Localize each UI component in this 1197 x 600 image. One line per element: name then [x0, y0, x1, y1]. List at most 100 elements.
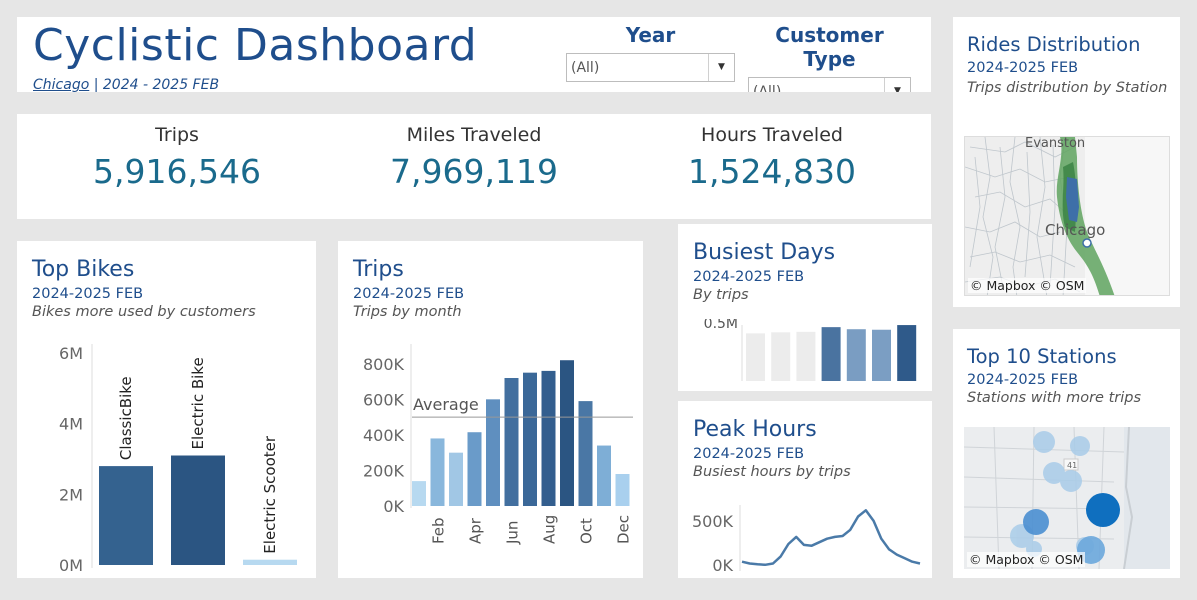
- year-select-value: (All): [571, 60, 600, 76]
- x-tick-label: Oct: [578, 518, 596, 544]
- peak-subtitle: 2024-2025 FEB: [693, 446, 805, 462]
- year-filter: Year (All) ▼: [566, 23, 735, 82]
- bar: [846, 329, 866, 381]
- kpi-label: Hours Traveled: [701, 124, 843, 146]
- top-bikes-subtitle: 2024-2025 FEB: [32, 286, 144, 302]
- kpi-label: Miles Traveled: [406, 124, 542, 146]
- y-tick-label: 0K: [383, 497, 404, 516]
- series-line: [741, 509, 921, 567]
- kpi-hours: Hours Traveled 1,524,830: [622, 124, 922, 191]
- kpi-value: 1,524,830: [688, 152, 856, 191]
- bar: [771, 332, 791, 381]
- bar: [467, 432, 482, 506]
- kpi-miles: Miles Traveled 7,969,119: [324, 124, 624, 191]
- rides-map[interactable]: Evanston Chicago © Mapbox © OSM: [964, 136, 1170, 296]
- trips-panel: Trips 2024-2025 FEB Trips by month 0K 200…: [338, 241, 643, 578]
- period-text: | 2024 - 2025 FEB: [89, 77, 220, 92]
- busiest-description: By trips: [693, 287, 749, 303]
- rides-map-graphic: Evanston Chicago: [965, 137, 1169, 295]
- bar: [560, 360, 574, 506]
- peak-hours-panel: Peak Hours 2024-2025 FEB Busiest hours b…: [678, 401, 932, 578]
- kpi-label: Trips: [155, 124, 199, 146]
- y-tick-label: 500K: [692, 512, 734, 531]
- bar: [821, 327, 841, 381]
- x-tick-label: Jun: [504, 521, 522, 545]
- y-tick-label: 6M: [59, 344, 83, 363]
- y-tick-label: 4M: [59, 415, 83, 434]
- dashboard-title: Cyclistic Dashboard: [33, 20, 478, 71]
- bar: [523, 372, 537, 506]
- kpi-trips: Trips 5,916,546: [27, 124, 327, 191]
- bar: [243, 559, 297, 565]
- y-tick-label: 0.5M: [704, 319, 738, 332]
- bar: [449, 452, 463, 506]
- bar: [541, 370, 556, 506]
- location-link[interactable]: Chicago: [33, 77, 89, 92]
- rides-subtitle: 2024-2025 FEB: [967, 60, 1079, 76]
- top-bikes-chart[interactable]: 0M 2M 4M 6M ClassicBike Electric Bike Electric…: [17, 336, 316, 578]
- stations-description: Stations with more trips: [967, 390, 1142, 406]
- busiest-days-chart[interactable]: 0.5M: [678, 319, 932, 391]
- peak-description: Busiest hours by trips: [693, 464, 851, 480]
- customer-type-filter: Customer Type (All) ▼: [748, 23, 911, 92]
- bar: [746, 333, 765, 381]
- y-tick-label: 0K: [712, 556, 733, 575]
- customer-type-filter-label: Customer Type: [775, 23, 884, 71]
- bar: [412, 481, 426, 506]
- bar: [615, 474, 630, 506]
- y-tick-label: 600K: [363, 390, 405, 409]
- bar: [872, 329, 891, 381]
- rides-description: Trips distribution by Station: [967, 80, 1168, 96]
- map-credit[interactable]: © Mapbox © OSM: [968, 278, 1087, 293]
- y-tick-label: 400K: [363, 426, 405, 445]
- top-stations-panel: Top 10 Stations 2024-2025 FEB Stations w…: [953, 329, 1180, 578]
- trips-title: Trips: [353, 257, 404, 282]
- customer-type-select-value: (All): [753, 84, 782, 92]
- top-bikes-description: Bikes more used by customers: [32, 304, 256, 320]
- bar-label: Electric Scooter: [261, 435, 279, 554]
- bar: [171, 455, 225, 565]
- rides-distribution-panel: Rides Distribution 2024-2025 FEB Trips d…: [953, 17, 1180, 307]
- average-label: Average: [413, 395, 479, 414]
- trips-subtitle: 2024-2025 FEB: [353, 286, 465, 302]
- kpi-value: 5,916,546: [93, 152, 261, 191]
- bar: [796, 331, 816, 381]
- bar: [597, 445, 611, 506]
- trips-by-month-chart[interactable]: 0K 200K 400K 600K 800K Feb Apr Jun Aug Oct Dec Aver…: [338, 336, 643, 578]
- rides-title: Rides Distribution: [967, 33, 1141, 56]
- chevron-down-icon[interactable]: ▼: [708, 54, 734, 81]
- bar-label: ClassicBike: [117, 376, 135, 460]
- bar: [504, 378, 519, 506]
- map-road-label: 41: [1067, 461, 1077, 470]
- x-tick-label: Aug: [541, 515, 559, 544]
- peak-title: Peak Hours: [693, 417, 817, 442]
- bar: [897, 325, 917, 381]
- stations-map-graphic: 41: [964, 427, 1170, 569]
- busiest-title: Busiest Days: [693, 240, 836, 265]
- header-panel: Cyclistic Dashboard Chicago | 2024 - 202…: [17, 17, 931, 92]
- customer-type-select[interactable]: (All) ▼: [748, 77, 911, 92]
- trips-description: Trips by month: [353, 304, 462, 320]
- busiest-subtitle: 2024-2025 FEB: [693, 269, 805, 285]
- stations-subtitle: 2024-2025 FEB: [967, 372, 1079, 388]
- y-tick-label: 2M: [59, 485, 83, 504]
- peak-hours-chart[interactable]: 0K 500K: [678, 501, 932, 578]
- year-filter-label: Year: [625, 23, 676, 47]
- y-tick-label: 0M: [59, 556, 83, 575]
- y-tick-label: 800K: [363, 355, 405, 374]
- top-bikes-title: Top Bikes: [32, 257, 135, 282]
- map-label-evanston: Evanston: [1025, 137, 1085, 151]
- map-label-chicago: Chicago: [1045, 221, 1105, 239]
- bar: [99, 466, 153, 565]
- busiest-days-panel: Busiest Days 2024-2025 FEB By trips 0.5M: [678, 224, 932, 391]
- chevron-down-icon[interactable]: ▼: [884, 78, 910, 92]
- year-select[interactable]: (All) ▼: [566, 53, 735, 82]
- bar: [486, 399, 500, 506]
- top-bikes-panel: Top Bikes 2024-2025 FEB Bikes more used …: [17, 241, 316, 578]
- bar: [430, 438, 445, 506]
- stations-map[interactable]: 41 © Mapbox © OSM: [964, 427, 1170, 569]
- map-credit[interactable]: © Mapbox © OSM: [967, 552, 1086, 567]
- kpi-panel: Trips 5,916,546 Miles Traveled 7,969,119…: [17, 114, 931, 219]
- bar-label: Electric Bike: [189, 357, 207, 449]
- dashboard-subtitle: Chicago | 2024 - 2025 FEB: [33, 77, 219, 92]
